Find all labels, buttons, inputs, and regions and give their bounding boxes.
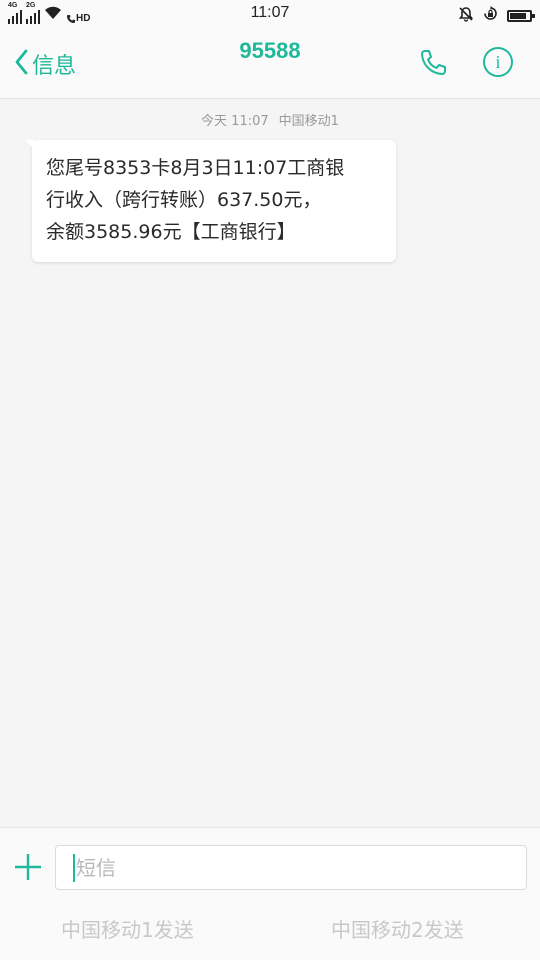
message-line: 您尾号8353卡8月3日11:07工商银 (46, 157, 345, 179)
bubble-tail (25, 140, 34, 149)
message-line: 行收入（跨行转账）637.50元， (46, 189, 322, 211)
message-timestamp: 今天 11:07 (201, 114, 269, 129)
battery-icon (507, 9, 535, 22)
message-meta: 今天 11:07 中国移动1 (0, 110, 540, 129)
status-bar: 4G 2G HD 11:07 (0, 0, 540, 28)
info-icon: i (495, 51, 501, 72)
phone-icon (418, 50, 448, 82)
add-attachment-button[interactable] (13, 852, 43, 886)
rotation-lock-icon (482, 5, 499, 26)
send-sim1-button[interactable]: 中国移动1发送 (61, 914, 194, 943)
message-bubble[interactable]: 您尾号8353卡8月3日11:07工商银 行收入（跨行转账）637.50元， 余… (25, 140, 396, 262)
message-carrier: 中国移动1 (278, 114, 339, 129)
compose-bar: 中国移动1发送 中国移动2发送 (0, 827, 540, 960)
status-right (458, 5, 535, 26)
contact-title: 95588 (239, 38, 301, 63)
send-sim2-button[interactable]: 中国移动2发送 (331, 914, 464, 943)
info-button[interactable]: i (483, 47, 513, 77)
plus-icon (13, 854, 43, 886)
mute-bell-icon (458, 6, 474, 26)
message-input[interactable] (55, 845, 527, 890)
text-cursor (73, 854, 75, 882)
messaging-screen: 4G 2G HD 11:07 信息 95588 i 今天 11:07 中国移动1… (0, 0, 540, 960)
conversation-header: 信息 95588 i (0, 28, 540, 99)
message-line: 余额3585.96元【工商银行】 (46, 221, 296, 243)
call-button[interactable] (418, 48, 448, 82)
